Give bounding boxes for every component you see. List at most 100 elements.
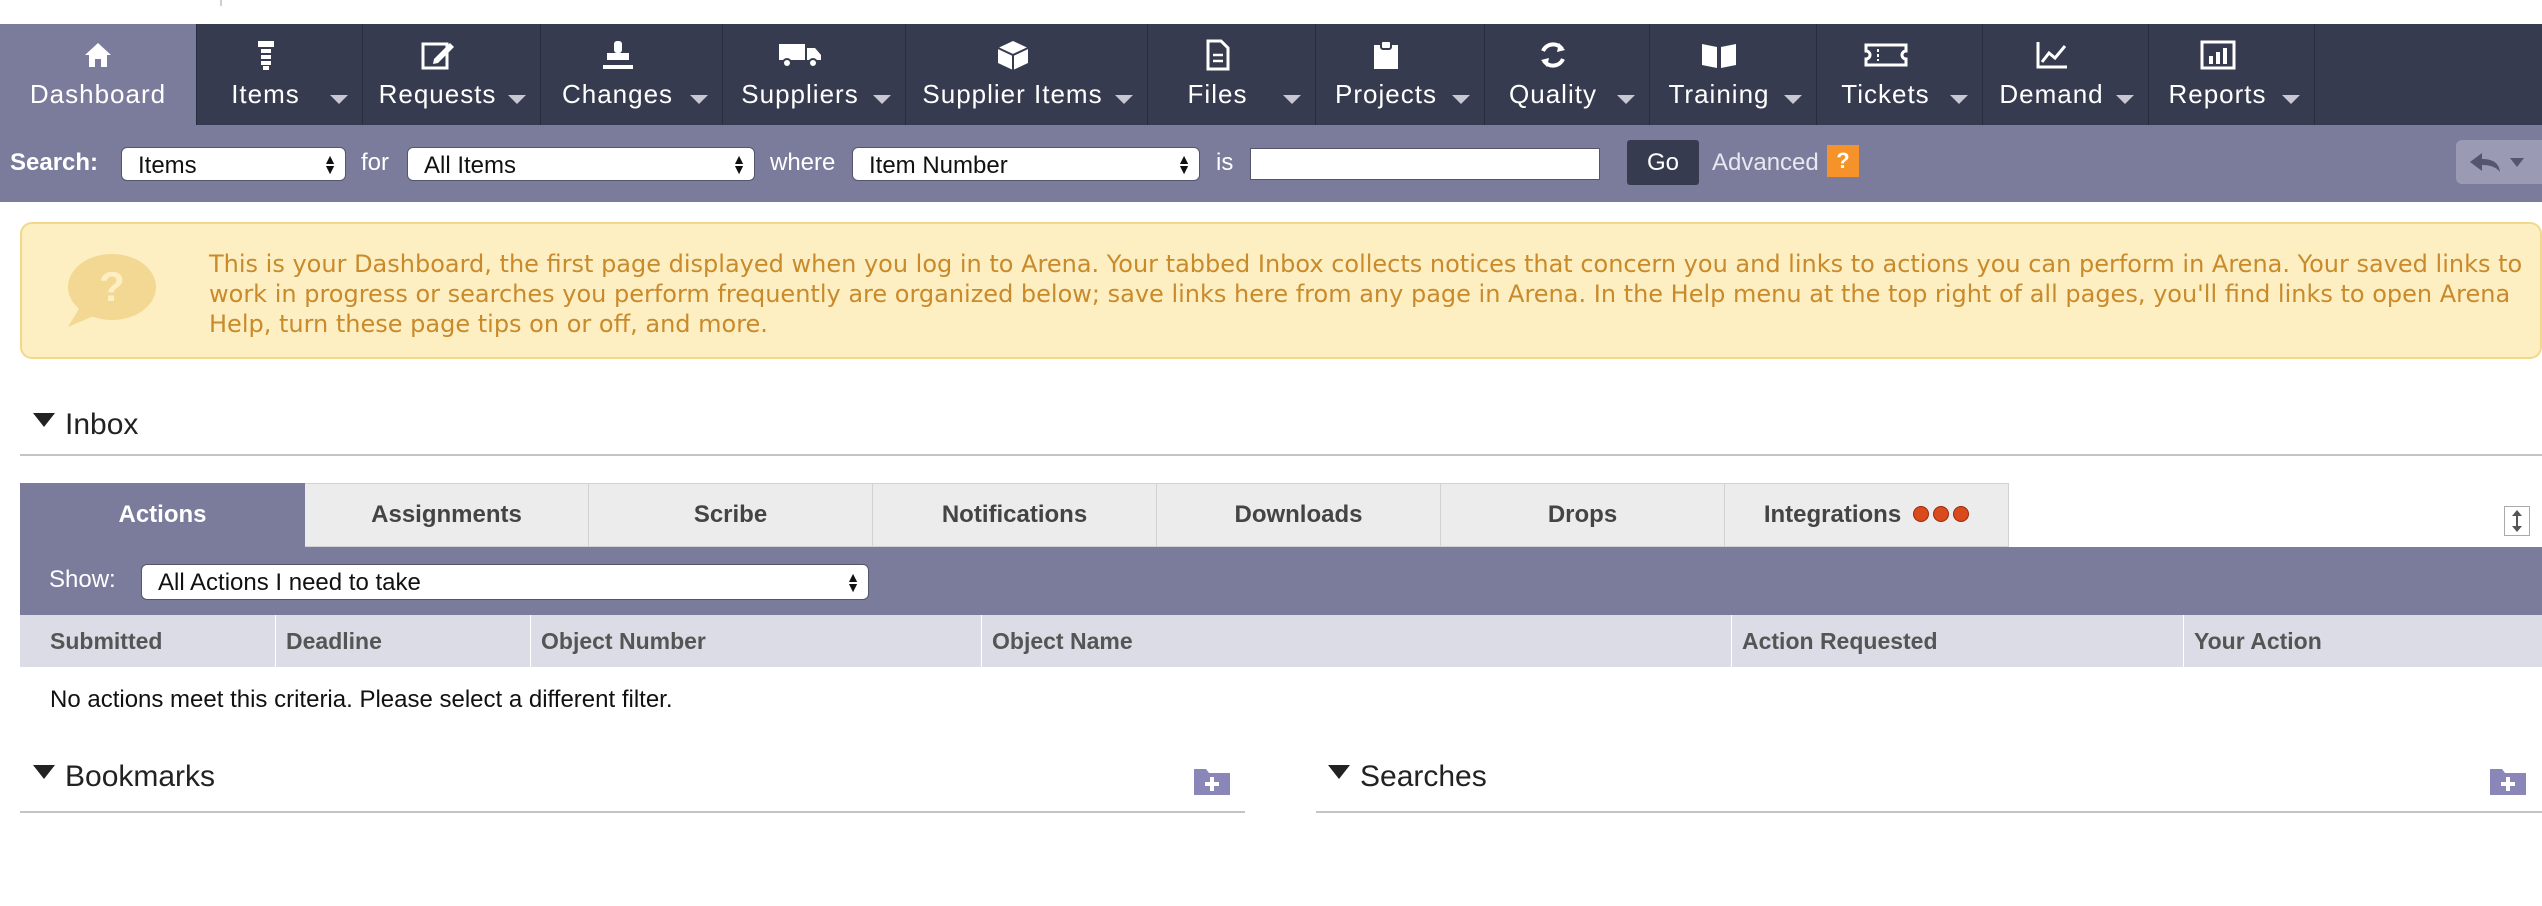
truck-icon bbox=[723, 36, 877, 74]
nav-supplier-items[interactable]: Supplier Items bbox=[906, 24, 1148, 125]
tab-actions[interactable]: Actions bbox=[20, 483, 305, 547]
bookmarks-title: Bookmarks bbox=[65, 760, 216, 793]
show-filter-value: All Actions I need to take bbox=[158, 569, 421, 596]
nav-items[interactable]: Items bbox=[197, 24, 363, 125]
tab-integrations[interactable]: Integrations bbox=[1725, 483, 2009, 547]
nav-label: Demand bbox=[1999, 79, 2104, 109]
help-icon[interactable]: ? bbox=[1827, 145, 1859, 177]
advanced-search-link[interactable]: Advanced bbox=[1712, 149, 1819, 177]
chevron-down-icon[interactable] bbox=[1452, 95, 1470, 104]
home-icon bbox=[0, 36, 196, 74]
tab-label: Drops bbox=[1547, 501, 1618, 528]
empty-message: No actions meet this criteria. Please se… bbox=[50, 686, 673, 713]
nav-label: Requests bbox=[378, 79, 497, 109]
divider bbox=[20, 454, 2542, 456]
inbox-header[interactable]: Inbox bbox=[33, 408, 138, 442]
updown-arrow-icon: ▲ ▼ bbox=[846, 569, 860, 595]
add-bookmark-folder-icon[interactable] bbox=[1192, 765, 1232, 797]
chevron-down-icon[interactable] bbox=[1283, 95, 1301, 104]
table-header: Submitted Deadline Object Number Object … bbox=[20, 615, 2542, 667]
search-type-select[interactable]: Items ▲ ▼ bbox=[121, 147, 346, 181]
chevron-down-icon[interactable] bbox=[2282, 95, 2300, 104]
nav-label: Items bbox=[231, 79, 300, 109]
inbox-title: Inbox bbox=[65, 408, 139, 441]
nav-label: Changes bbox=[561, 79, 674, 109]
nav-training[interactable]: Training bbox=[1650, 24, 1817, 125]
searches-header[interactable]: Searches bbox=[1328, 760, 1487, 794]
updown-arrow-icon: ▲ ▼ bbox=[323, 151, 337, 177]
items-icon bbox=[197, 36, 334, 74]
bookmarks-header[interactable]: Bookmarks bbox=[33, 760, 215, 794]
chevron-down-icon[interactable] bbox=[1950, 95, 1968, 104]
chevron-down-icon[interactable] bbox=[1784, 95, 1802, 104]
chevron-down-icon[interactable] bbox=[1617, 95, 1635, 104]
search-label: Search: bbox=[10, 149, 99, 176]
search-type-value: Items bbox=[138, 152, 197, 179]
show-label: Show: bbox=[49, 566, 116, 593]
column-object-name[interactable]: Object Name bbox=[981, 615, 1731, 667]
refresh-icon bbox=[1485, 36, 1621, 74]
for-label: for bbox=[361, 149, 390, 176]
divider bbox=[1316, 811, 2542, 813]
nav-suppliers[interactable]: Suppliers bbox=[723, 24, 906, 125]
search-input[interactable] bbox=[1250, 148, 1600, 180]
chevron-down-icon[interactable] bbox=[1115, 95, 1133, 104]
nav-label: Dashboard bbox=[29, 79, 167, 109]
bar-chart-icon bbox=[2149, 36, 2286, 74]
back-button[interactable] bbox=[2456, 140, 2542, 184]
chevron-down-icon[interactable] bbox=[2116, 95, 2134, 104]
column-submitted[interactable]: Submitted bbox=[20, 615, 275, 667]
search-scope-value: All Items bbox=[424, 152, 517, 179]
tip-text: This is your Dashboard, the first page d… bbox=[209, 250, 2523, 338]
tab-notifications[interactable]: Notifications bbox=[873, 483, 1157, 547]
search-bar: Search: Items ▲ ▼ for All Items ▲ ▼ where … bbox=[0, 125, 2542, 202]
reply-icon bbox=[2470, 153, 2500, 172]
add-search-folder-icon[interactable] bbox=[2488, 765, 2528, 797]
tab-label: Assignments bbox=[371, 501, 522, 528]
nav-reports[interactable]: Reports bbox=[2149, 24, 2315, 125]
nav-label: Quality bbox=[1509, 79, 1597, 109]
chevron-down-icon[interactable] bbox=[690, 95, 708, 104]
searches-title: Searches bbox=[1360, 760, 1487, 793]
tab-downloads[interactable]: Downloads bbox=[1157, 483, 1441, 547]
divider bbox=[20, 811, 1245, 813]
column-deadline[interactable]: Deadline bbox=[275, 615, 530, 667]
updown-arrow-icon: ▲ ▼ bbox=[732, 151, 746, 177]
nav-dashboard[interactable]: Dashboard bbox=[0, 24, 197, 125]
collapse-triangle-icon[interactable] bbox=[33, 413, 55, 428]
status-dot-icon bbox=[1933, 506, 1950, 522]
search-field-select[interactable]: Item Number ▲ ▼ bbox=[852, 147, 1200, 181]
nav-tickets[interactable]: Tickets bbox=[1817, 24, 1983, 125]
nav-demand[interactable]: Demand bbox=[1983, 24, 2149, 125]
column-action-requested[interactable]: Action Requested bbox=[1731, 615, 2183, 667]
show-filter-select[interactable]: All Actions I need to take ▲ ▼ bbox=[141, 564, 869, 600]
chevron-down-icon[interactable] bbox=[873, 95, 891, 104]
collapse-triangle-icon[interactable] bbox=[33, 765, 55, 780]
search-scope-select[interactable]: All Items ▲ ▼ bbox=[407, 147, 755, 181]
tab-assignments[interactable]: Assignments bbox=[305, 483, 589, 547]
nav-requests[interactable]: Requests bbox=[363, 24, 541, 125]
resize-icon[interactable] bbox=[2504, 506, 2530, 536]
tab-drops[interactable]: Drops bbox=[1441, 483, 1725, 547]
column-object-number[interactable]: Object Number bbox=[530, 615, 981, 667]
line-chart-icon bbox=[1983, 36, 2120, 74]
file-icon bbox=[1148, 36, 1287, 74]
nav-projects[interactable]: Projects bbox=[1316, 24, 1485, 125]
chevron-down-icon bbox=[2510, 158, 2524, 167]
nav-label: Tickets bbox=[1841, 79, 1930, 109]
column-your-action[interactable]: Your Action bbox=[2183, 615, 2542, 667]
go-button[interactable]: Go bbox=[1627, 140, 1699, 185]
where-label: where bbox=[770, 149, 836, 176]
nav-label: Files bbox=[1187, 79, 1248, 109]
chevron-down-icon[interactable] bbox=[508, 95, 526, 104]
ticket-icon bbox=[1817, 36, 1954, 74]
collapse-triangle-icon[interactable] bbox=[1328, 765, 1350, 780]
nav-label: Reports bbox=[2168, 79, 2267, 109]
nav-changes[interactable]: Changes bbox=[541, 24, 723, 125]
nav-files[interactable]: Files bbox=[1148, 24, 1316, 125]
nav-quality[interactable]: Quality bbox=[1485, 24, 1650, 125]
chevron-down-icon[interactable] bbox=[330, 95, 348, 104]
tab-scribe[interactable]: Scribe bbox=[589, 483, 873, 547]
updown-arrow-icon: ▲ ▼ bbox=[1177, 151, 1191, 177]
tab-label: Integrations bbox=[1763, 501, 1902, 528]
